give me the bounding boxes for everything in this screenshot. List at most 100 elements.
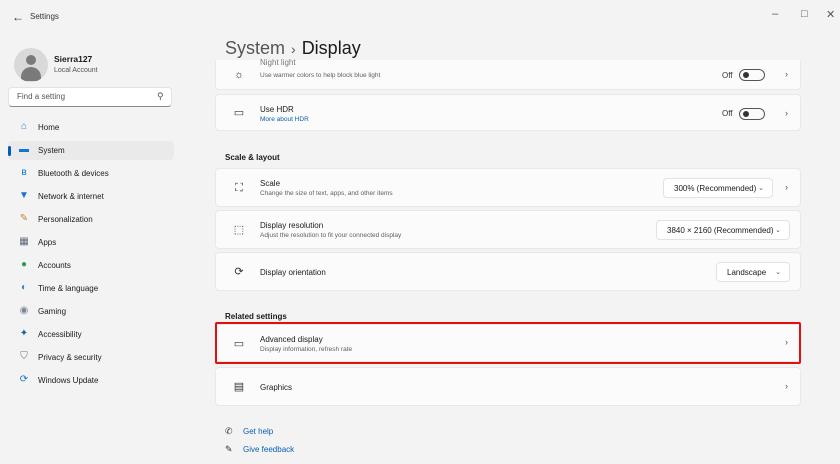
scale-card: ⛶ Scale Change the size of text, apps, a… bbox=[215, 168, 801, 207]
sidebar-item-apps[interactable]: ▦ Apps bbox=[8, 233, 174, 252]
chevron-right-icon[interactable]: › bbox=[785, 182, 788, 192]
app-title: Settings bbox=[30, 12, 59, 21]
advanced-display-subtitle: Display information, refresh rate bbox=[260, 346, 353, 353]
orientation-dropdown[interactable]: Landscape ⌄ bbox=[716, 262, 790, 282]
graphics-icon: ▤ bbox=[233, 381, 245, 393]
scale-subtitle: Change the size of text, apps, and other… bbox=[260, 190, 393, 197]
chevron-right-icon: › bbox=[785, 337, 788, 347]
resolution-subtitle: Adjust the resolution to fit your connec… bbox=[260, 232, 402, 239]
chevron-down-icon: ⌄ bbox=[758, 185, 764, 192]
search-icon: ⚲ bbox=[157, 91, 164, 101]
sidebar-item-bluetooth[interactable]: ʙ Bluetooth & devices bbox=[8, 164, 174, 183]
resolution-value: 3840 × 2160 (Recommended) bbox=[667, 226, 774, 235]
breadcrumb-system[interactable]: System bbox=[225, 38, 285, 58]
sidebar-item-label: Accounts bbox=[38, 261, 71, 270]
sidebar-item-label: Windows Update bbox=[38, 376, 99, 385]
hdr-toggle[interactable] bbox=[739, 108, 765, 120]
resolution-icon: ⬚ bbox=[233, 224, 245, 236]
minimize-icon[interactable]: – bbox=[772, 8, 778, 20]
chevron-right-icon: › bbox=[785, 69, 788, 79]
night-light-subtitle: Use warmer colors to help block blue lig… bbox=[260, 72, 381, 79]
graphics-card[interactable]: ▤ Graphics › bbox=[215, 367, 801, 406]
sidebar-item-privacy-security[interactable]: ⛉ Privacy & security bbox=[8, 348, 174, 367]
chevron-down-icon: ⌄ bbox=[775, 269, 781, 276]
search-input[interactable] bbox=[15, 91, 149, 102]
globe-icon: ◐ bbox=[20, 282, 28, 293]
advanced-display-card[interactable]: ▭ Advanced display Display information, … bbox=[215, 324, 801, 362]
wifi-icon: ▼ bbox=[19, 190, 29, 201]
account-type: Local Account bbox=[54, 67, 98, 74]
sidebar-item-label: Home bbox=[38, 123, 60, 132]
resolution-dropdown[interactable]: 3840 × 2160 (Recommended) ⌄ bbox=[656, 220, 790, 240]
scale-dropdown[interactable]: 300% (Recommended) ⌄ bbox=[663, 178, 773, 198]
sidebar-item-label: System bbox=[38, 146, 65, 155]
sidebar-item-gaming[interactable]: ◉ Gaming bbox=[8, 302, 174, 321]
sidebar-item-windows-update[interactable]: ⟳ Windows Update bbox=[8, 371, 174, 390]
sidebar-item-time-language[interactable]: ◐ Time & language bbox=[8, 279, 174, 298]
sidebar-item-label: Time & language bbox=[38, 284, 99, 293]
home-icon: ⌂ bbox=[20, 121, 28, 132]
night-light-state: Off bbox=[722, 71, 733, 80]
avatar bbox=[14, 48, 48, 82]
accessibility-icon: ✦ bbox=[19, 328, 29, 339]
back-arrow-icon[interactable]: ← bbox=[12, 10, 24, 24]
sidebar-item-label: Bluetooth & devices bbox=[38, 169, 109, 178]
maximize-icon[interactable]: □ bbox=[801, 8, 808, 20]
sidebar-item-network[interactable]: ▼ Network & internet bbox=[8, 187, 174, 206]
night-light-title: Night light bbox=[260, 58, 296, 67]
update-icon: ⟳ bbox=[19, 374, 29, 385]
sidebar-item-accessibility[interactable]: ✦ Accessibility bbox=[8, 325, 174, 344]
sidebar: Sierra127 Local Account ⚲ ⌂ Home ▬ Syste… bbox=[0, 34, 190, 464]
section-scale-layout: Scale & layout bbox=[225, 153, 280, 162]
get-help-link[interactable]: Get help bbox=[243, 427, 273, 436]
active-indicator bbox=[8, 146, 11, 156]
sidebar-item-label: Apps bbox=[38, 238, 57, 247]
brush-icon: ✎ bbox=[19, 213, 29, 224]
hdr-learn-more-link[interactable]: More about HDR bbox=[260, 116, 309, 123]
scale-value: 300% (Recommended) bbox=[674, 184, 757, 193]
breadcrumb-current: Display bbox=[301, 38, 361, 58]
chevron-right-icon: › bbox=[785, 108, 788, 118]
close-icon[interactable]: ✕ bbox=[826, 8, 835, 21]
gamepad-icon: ◉ bbox=[19, 305, 29, 316]
system-icon: ▬ bbox=[19, 144, 29, 155]
chevron-down-icon: ⌄ bbox=[775, 227, 781, 234]
sidebar-item-system[interactable]: ▬ System bbox=[8, 141, 174, 160]
sidebar-item-label: Personalization bbox=[38, 215, 93, 224]
resolution-card: ⬚ Display resolution Adjust the resoluti… bbox=[215, 210, 801, 249]
apps-icon: ▦ bbox=[19, 236, 29, 247]
night-light-toggle[interactable] bbox=[739, 69, 765, 81]
main-content: System › Display ☼ Night light Use warmer … bbox=[215, 34, 815, 464]
sidebar-item-label: Network & internet bbox=[38, 192, 104, 201]
give-feedback-link[interactable]: Give feedback bbox=[243, 445, 294, 454]
feedback-icon: ✎ bbox=[225, 444, 233, 454]
chevron-right-icon: › bbox=[785, 381, 788, 391]
breadcrumb-separator: › bbox=[291, 41, 296, 57]
orientation-value: Landscape bbox=[727, 268, 767, 277]
laptop-icon: ▭ bbox=[233, 338, 245, 350]
bluetooth-icon: ʙ bbox=[21, 167, 27, 178]
accounts-icon: ● bbox=[20, 259, 28, 270]
hdr-state: Off bbox=[722, 109, 733, 118]
resolution-title: Display resolution bbox=[260, 221, 324, 230]
page-title: System › Display bbox=[225, 38, 361, 59]
sidebar-item-personalization[interactable]: ✎ Personalization bbox=[8, 210, 174, 229]
sidebar-item-home[interactable]: ⌂ Home bbox=[8, 118, 174, 137]
night-light-card[interactable]: ☼ Night light Use warmer colors to help … bbox=[215, 58, 801, 90]
orientation-icon: ⟳ bbox=[234, 266, 244, 278]
sidebar-item-label: Accessibility bbox=[38, 330, 82, 339]
sidebar-item-accounts[interactable]: ● Accounts bbox=[8, 256, 174, 275]
shield-icon: ⛉ bbox=[20, 351, 28, 362]
sidebar-nav: ⌂ Home ▬ System ʙ Bluetooth & devices ▼ … bbox=[8, 118, 174, 394]
section-related-settings: Related settings bbox=[225, 312, 287, 321]
scale-icon: ⛶ bbox=[235, 182, 243, 194]
sun-icon: ☼ bbox=[233, 69, 245, 81]
title-bar: ← Settings – □ ✕ bbox=[0, 0, 840, 34]
search-box[interactable]: ⚲ bbox=[8, 87, 172, 107]
user-name: Sierra127 bbox=[54, 54, 93, 64]
hdr-title: Use HDR bbox=[260, 105, 294, 114]
help-icon: ✆ bbox=[225, 426, 233, 436]
scale-title: Scale bbox=[260, 179, 281, 188]
hdr-card[interactable]: ▭ Use HDR More about HDR Off › bbox=[215, 94, 801, 131]
orientation-title: Display orientation bbox=[260, 268, 326, 277]
